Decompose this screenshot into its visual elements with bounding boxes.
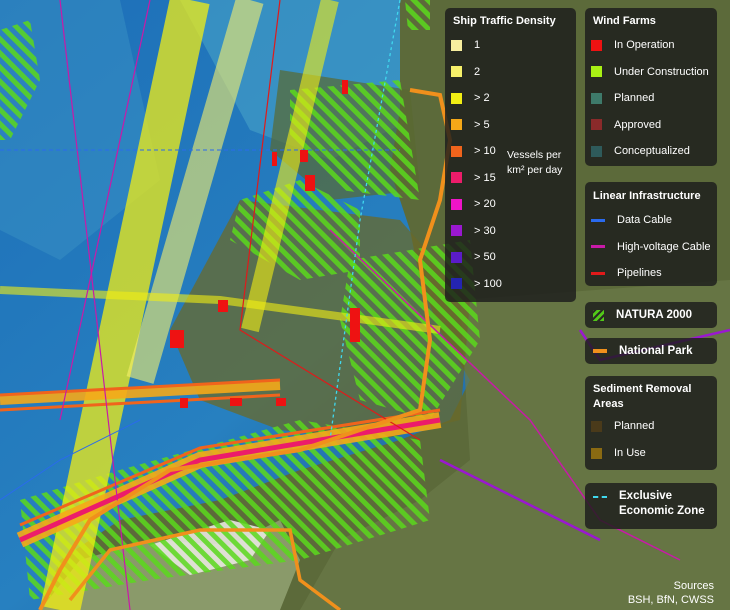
sediment-swatch [591,447,602,459]
eez-label-line1: Exclusive [619,490,673,502]
sediment-legend: Sediment Removal Areas Planned In Use [585,376,717,470]
national-park-label: National Park [619,345,693,357]
traffic-density-swatch [451,92,462,104]
wind-farm-label: In Operation [614,39,675,51]
traffic-density-label: > 30 [474,224,496,237]
traffic-density-label: > 5 [474,118,490,131]
traffic-density-label: > 20 [474,198,496,210]
natura-swatch [593,309,604,321]
wind-farm-label: Planned [614,92,655,104]
sources-line2: BSH, BfN, CWSS [627,594,714,606]
traffic-density-label: > 10 [474,145,496,157]
eez-swatch [593,496,607,498]
linear-infrastructure-label: Data Cable [617,214,673,226]
wind-farm-swatch [591,119,602,130]
wind-farm-row: Under Construction [591,65,709,79]
linear-infrastructure-label: Pipelines [617,267,662,279]
traffic-density-row: 1 [451,38,480,52]
traffic-density-swatch [451,119,462,130]
traffic-unit-line2: km² per day [507,164,563,176]
linear-infrastructure-swatch [591,218,605,222]
traffic-density-row: > 15 [451,171,496,185]
wind-farms-title: Wind Farms [593,15,656,27]
traffic-density-label: > 50 [474,251,496,263]
wind-farm-swatch [591,145,602,157]
sediment-swatch [591,420,602,432]
traffic-density-swatch [451,66,462,77]
linear-infrastructure-label: High-voltage Cable [617,240,711,253]
traffic-density-label: 2 [474,65,481,78]
traffic-density-row: > 5 [451,118,490,132]
traffic-density-label: > 2 [474,92,490,104]
national-park-legend: National Park [585,338,717,364]
eez-label-line2: Economic Zone [619,505,705,517]
natura-label: NATURA 2000 [616,309,693,321]
natura-legend: NATURA 2000 [585,302,717,328]
traffic-density-row: > 100 [451,277,502,291]
linear-infrastructure-row: Data Cable [591,213,672,227]
traffic-density-swatch [451,145,462,157]
traffic-density-swatch [451,225,462,236]
linear-infrastructure-title: Linear Infrastructure [593,190,701,202]
linear-infrastructure-swatch [591,245,605,248]
traffic-density-swatch [451,278,462,289]
traffic-density-row: > 10 [451,144,496,158]
linear-infrastructure-row: Pipelines [591,266,662,280]
traffic-density-label: > 15 [474,171,496,184]
wind-farm-row: Approved [591,118,661,132]
traffic-density-row: > 20 [451,197,496,211]
sediment-row: In Use [591,446,646,460]
traffic-density-swatch [451,172,462,183]
wind-farm-row: Planned [591,91,654,105]
wind-farm-swatch [591,66,602,77]
sediment-label: In Use [614,447,646,459]
wind-farm-swatch [591,39,602,51]
traffic-density-swatch [451,198,462,210]
wind-farm-row: Conceptualized [591,144,690,158]
wind-farms-legend: Wind Farms In Operation Under Constructio… [585,8,717,166]
traffic-unit-line1: Vessels per [507,149,562,161]
linear-infrastructure-row: High-voltage Cable [591,240,711,254]
sediment-row: Planned [591,419,654,433]
linear-infrastructure-swatch [591,271,605,275]
sediment-title-line1: Sediment Removal [593,383,692,395]
traffic-density-swatch [451,251,462,263]
wind-farm-row: In Operation [591,38,675,52]
traffic-density-row: > 30 [451,224,496,238]
traffic-density-row: 2 [451,65,480,79]
traffic-density-label: > 100 [474,277,502,290]
traffic-density-row: > 50 [451,250,496,264]
traffic-density-swatch [451,39,462,51]
natura-area-6 [405,0,430,30]
wind-farm-label: Approved [614,118,662,131]
wind-farm-label: Conceptualized [614,145,690,157]
sediment-label: Planned [614,420,655,432]
wind-farm-swatch [591,92,602,104]
traffic-density-row: > 2 [451,91,490,105]
eez-legend: Exclusive Economic Zone [585,483,717,529]
national-park-swatch [593,349,607,353]
linear-infrastructure-legend: Linear Infrastructure Data Cable High-vol… [585,182,717,286]
wind-farm-label: Under Construction [614,65,709,78]
traffic-density-legend: Ship Traffic Density 1 2 > 2 > 5 > 10 > 15 > 2… [445,8,576,302]
sources-line1: Sources [673,580,714,592]
traffic-density-label: 1 [474,39,481,51]
sediment-title-line2: Areas [593,398,624,410]
traffic-density-title: Ship Traffic Density [453,15,556,27]
